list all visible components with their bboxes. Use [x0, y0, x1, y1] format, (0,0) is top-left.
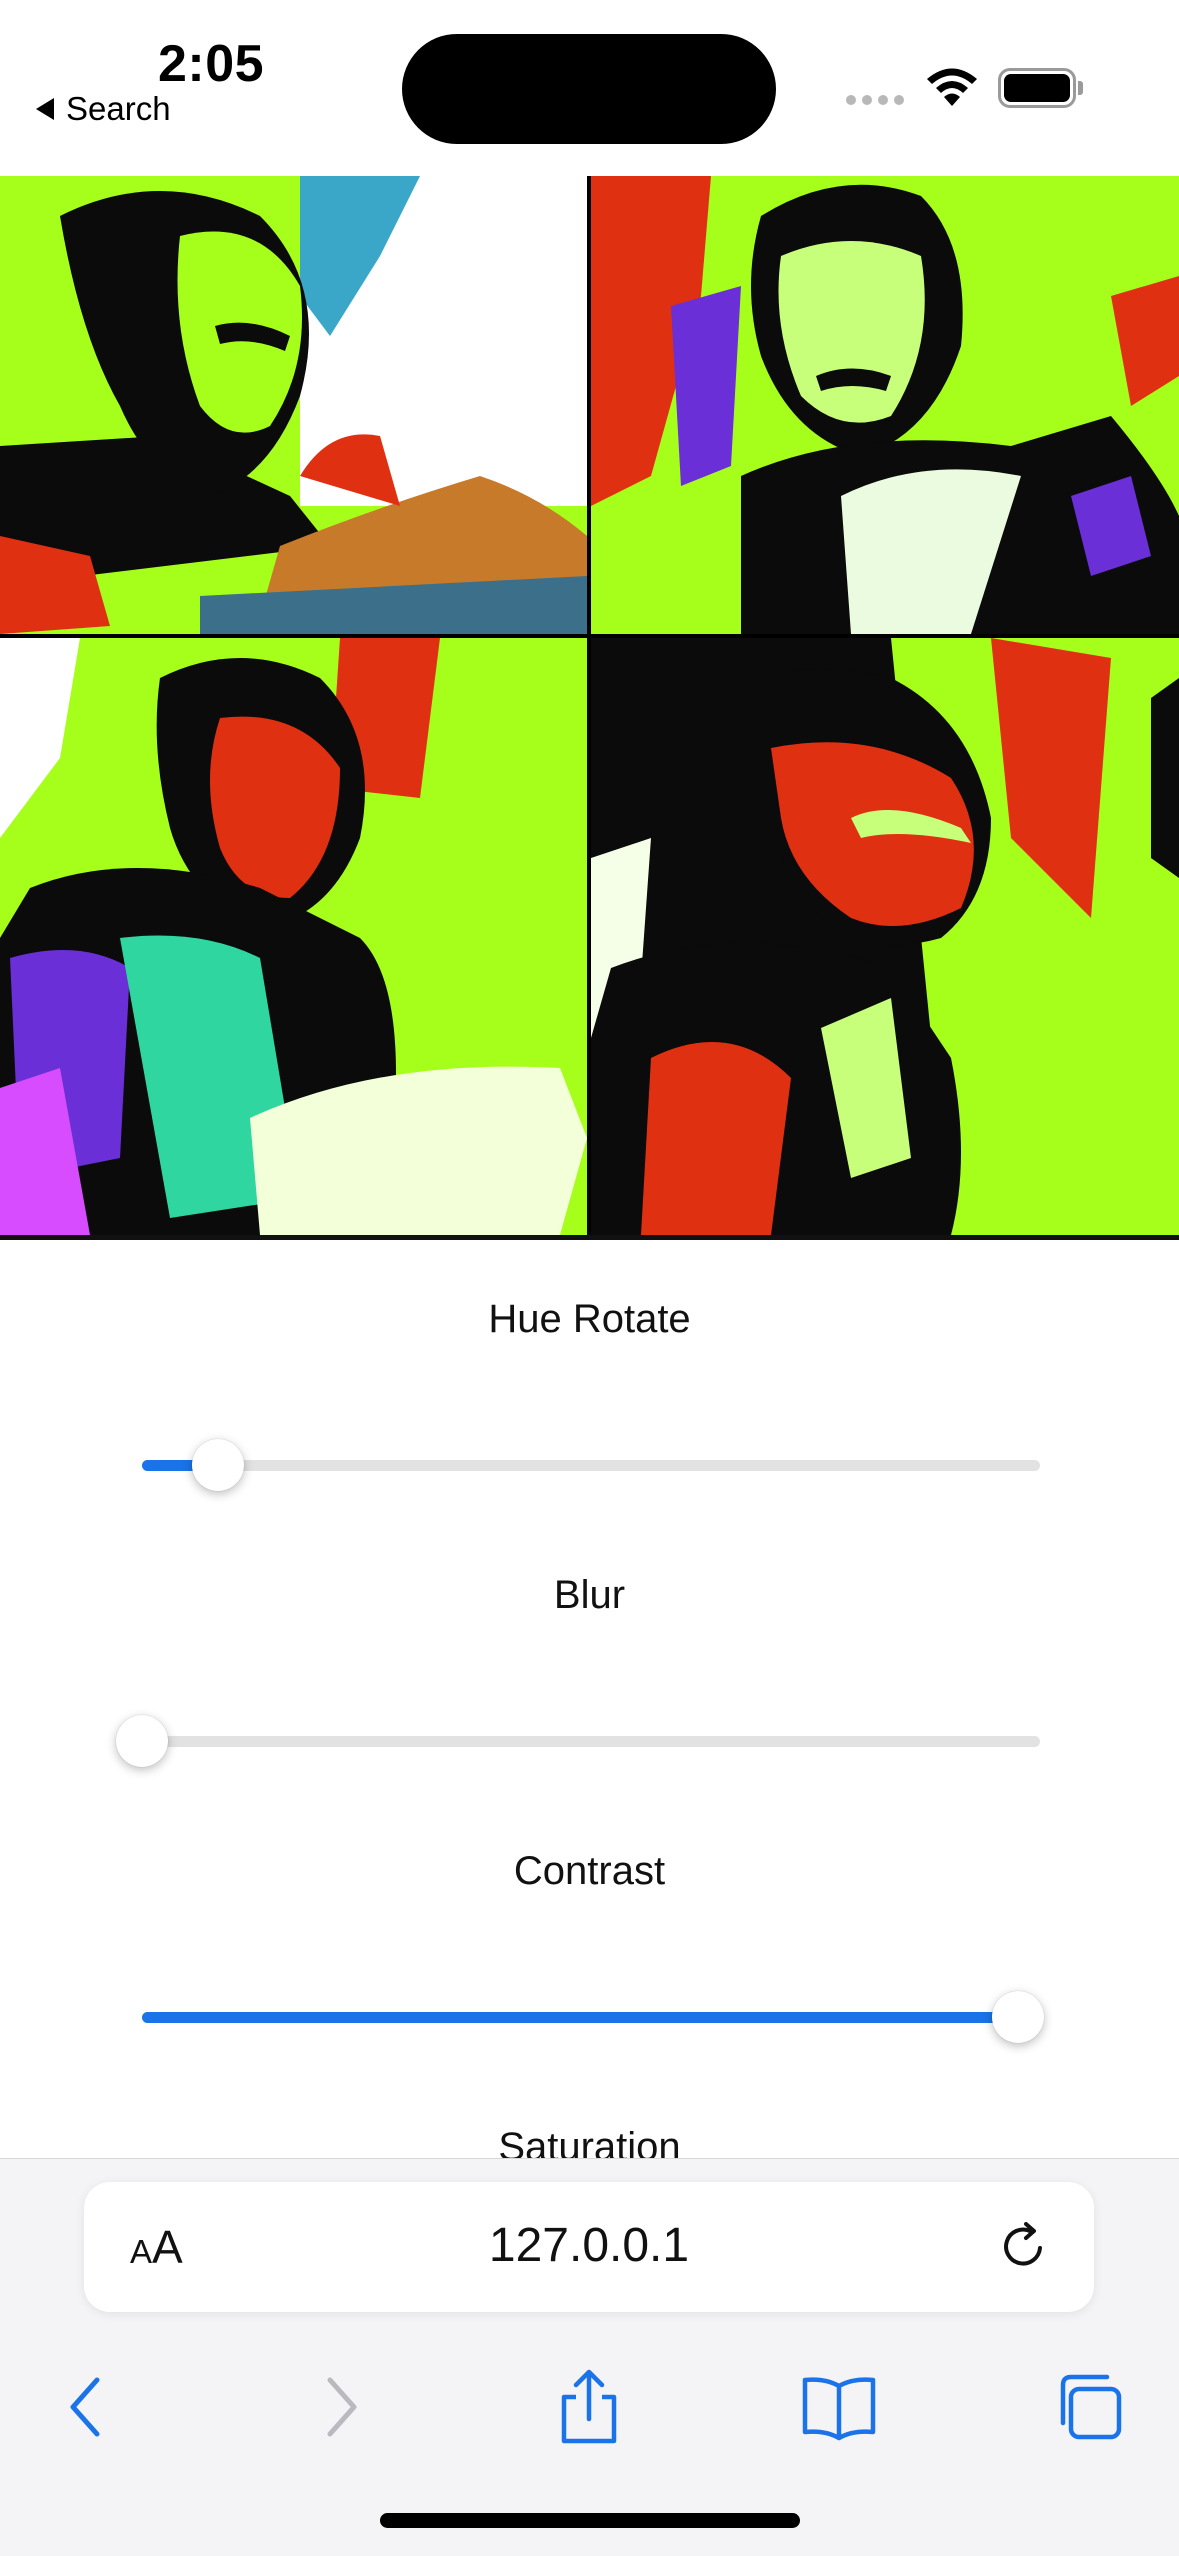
address-bar[interactable]: AA 127.0.0.1 — [84, 2182, 1094, 2312]
reload-icon[interactable] — [996, 2218, 1052, 2274]
back-button[interactable] — [31, 2347, 141, 2467]
tabs-button[interactable] — [1034, 2347, 1144, 2467]
url-text[interactable]: 127.0.0.1 — [84, 2218, 1094, 2273]
share-button[interactable] — [534, 2347, 644, 2467]
bookmarks-icon — [802, 2377, 876, 2441]
forward-button[interactable] — [286, 2347, 396, 2467]
browser-nav-row — [0, 2347, 1179, 2467]
portrait-image-1 — [0, 176, 587, 634]
contrast-slider[interactable] — [142, 1982, 1044, 2052]
slider-track — [142, 1460, 1040, 1471]
portrait-image-4 — [591, 638, 1179, 1235]
blur-slider[interactable] — [116, 1706, 1040, 1776]
slider-fill — [142, 2012, 1018, 2023]
battery-tip — [1078, 81, 1083, 95]
saturation-label: Saturation — [498, 2125, 681, 2158]
portrait-image-3 — [0, 638, 587, 1235]
clock: 2:05 — [158, 35, 265, 93]
back-search-label: Search — [66, 90, 171, 127]
slider-thumb[interactable] — [116, 1715, 168, 1767]
back-triangle-icon — [36, 98, 54, 120]
blur-label: Blur — [553, 1573, 626, 1617]
hue-rotate-label: Hue Rotate — [488, 1297, 691, 1341]
hue-rotate-control: Hue Rotate — [0, 1245, 1179, 1521]
saturation-control: Saturation — [0, 2073, 1179, 2158]
back-to-search-link[interactable]: Search — [36, 90, 171, 128]
bookmarks-button[interactable] — [784, 2347, 894, 2467]
filter-controls: Hue Rotate Blur Contrast Saturation — [0, 1245, 1179, 2158]
contrast-control: Contrast — [0, 1797, 1179, 2073]
tabs-icon — [1060, 2374, 1122, 2440]
wifi-icon — [927, 68, 977, 106]
forward-icon — [327, 2377, 357, 2437]
status-bar: 2:05 Search — [0, 0, 1179, 176]
slider-thumb[interactable] — [992, 1991, 1044, 2043]
image-gallery — [0, 176, 1179, 1240]
dynamic-island — [402, 34, 776, 144]
slider-thumb[interactable] — [192, 1439, 244, 1491]
signal-dots-icon — [846, 95, 904, 105]
hue-rotate-slider[interactable] — [142, 1430, 1040, 1500]
contrast-label: Contrast — [513, 1849, 666, 1893]
back-icon — [70, 2377, 100, 2437]
page: 2:05 Search Hue Rotate Blur Contrast Sat… — [0, 0, 1179, 2556]
share-icon — [561, 2369, 617, 2444]
battery-icon — [998, 68, 1076, 108]
blur-control: Blur — [0, 1521, 1179, 1797]
browser-toolbar: AA 127.0.0.1 — [0, 2158, 1179, 2556]
portrait-image-2 — [591, 176, 1179, 634]
slider-track — [142, 1736, 1040, 1747]
home-indicator — [380, 2513, 800, 2528]
